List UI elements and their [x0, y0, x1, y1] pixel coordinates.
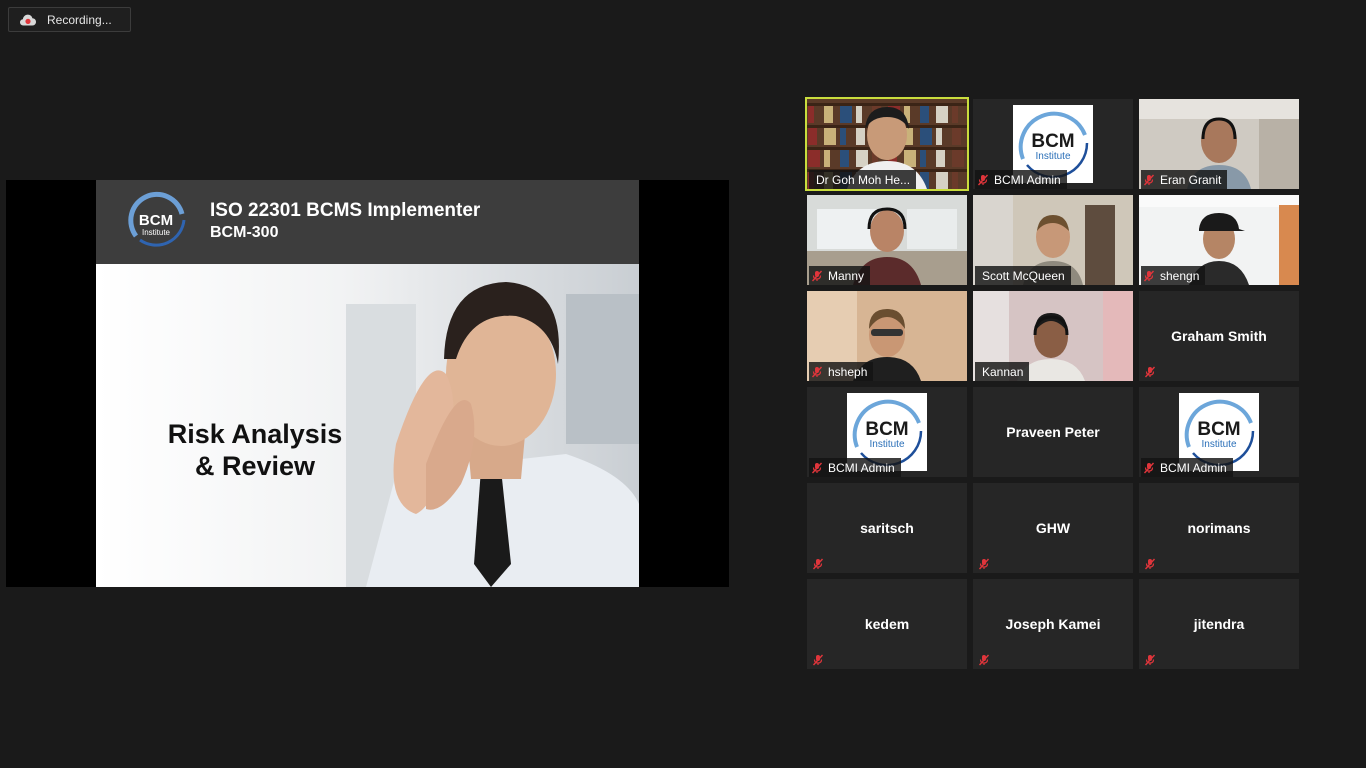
participant-name: Eran Granit [1160, 172, 1222, 187]
bcm-institute-logo: BCM Institute [128, 191, 186, 247]
slide-heading: Risk Analysis & Review [167, 419, 343, 481]
presentation-slide: BCM Institute ISO 22301 BCMS Implementer… [96, 180, 639, 587]
svg-text:BCM: BCM [865, 419, 908, 440]
participant-tile[interactable]: norimans [1139, 483, 1299, 573]
participant-tile[interactable]: kedem [807, 579, 967, 669]
participant-display-name: saritsch [860, 520, 914, 536]
participant-tile[interactable]: Dr Goh Moh He... [805, 97, 969, 191]
participant-tile[interactable]: shengn [1139, 195, 1299, 285]
participant-name-tag: shengn [1141, 266, 1206, 285]
recording-label: Recording... [47, 12, 112, 27]
slide-header: BCM Institute ISO 22301 BCMS Implementer… [96, 180, 639, 264]
svg-text:BCM: BCM [1031, 131, 1074, 152]
participant-tile[interactable]: Graham Smith [1139, 291, 1299, 381]
participant-display-name: kedem [864, 616, 910, 632]
mic-muted-icon [809, 362, 825, 381]
participant-tile[interactable]: GHW [973, 483, 1133, 573]
participant-display-name: norimans [1187, 520, 1251, 536]
participant-display-name: Graham Smith [1171, 328, 1267, 344]
mic-muted-icon [1141, 554, 1159, 573]
participant-display-name: GHW [1035, 520, 1071, 536]
mic-muted-icon [1141, 362, 1159, 381]
participant-name-tag: BCMI Admin [975, 170, 1067, 189]
participant-name: Kannan [982, 364, 1024, 379]
slide-title: ISO 22301 BCMS Implementer [210, 200, 481, 221]
mic-muted-icon [809, 650, 827, 669]
mic-muted-icon [809, 458, 825, 477]
svg-text:Institute: Institute [1035, 151, 1070, 162]
participant-tile[interactable]: BCM Institute BCMI Admin [807, 387, 967, 477]
mic-muted-icon [809, 266, 825, 285]
mic-muted-icon [1141, 458, 1157, 477]
cloud-record-icon [9, 7, 47, 32]
svg-text:Institute: Institute [1201, 439, 1236, 450]
participant-tile[interactable]: Scott McQueen [973, 195, 1133, 285]
participant-display-name: Joseph Kamei [1005, 616, 1101, 632]
participant-tile[interactable]: BCM Institute BCMI Admin [1139, 387, 1299, 477]
participant-tile[interactable]: Kannan [973, 291, 1133, 381]
shared-screen[interactable]: BCM Institute ISO 22301 BCMS Implementer… [6, 180, 729, 587]
recording-indicator[interactable]: Recording... [8, 7, 131, 32]
participant-tile[interactable]: Manny [807, 195, 967, 285]
participant-name: shengn [1160, 268, 1200, 283]
participant-name-tag: Dr Goh Moh He... [809, 170, 917, 189]
participant-name-tag: Kannan [975, 362, 1030, 381]
svg-text:BCM: BCM [139, 212, 173, 229]
mic-muted-icon [975, 650, 993, 669]
participant-display-name: Praveen Peter [1006, 424, 1100, 440]
mic-muted-icon [1141, 266, 1157, 285]
participant-tile[interactable]: Joseph Kamei [973, 579, 1133, 669]
participant-tile[interactable]: Eran Granit [1139, 99, 1299, 189]
mic-muted-icon [975, 170, 991, 189]
participant-tile[interactable]: BCM Institute BCMI Admin [973, 99, 1133, 189]
participant-display-name: jitendra [1193, 616, 1245, 632]
svg-text:BCM: BCM [1197, 419, 1240, 440]
participant-name-tag: Scott McQueen [975, 266, 1071, 285]
mic-muted-icon [1141, 170, 1157, 189]
participant-name: Manny [828, 268, 865, 283]
participant-name: BCMI Admin [994, 172, 1061, 187]
participant-name-tag: BCMI Admin [809, 458, 901, 477]
participant-tile[interactable]: saritsch [807, 483, 967, 573]
svg-text:Institute: Institute [142, 228, 171, 237]
participant-name: Dr Goh Moh He... [816, 172, 911, 187]
participant-name: BCMI Admin [1160, 460, 1227, 475]
mic-muted-icon [1141, 650, 1159, 669]
participant-name-tag: hsheph [809, 362, 874, 381]
participant-name: hsheph [828, 364, 868, 379]
participant-name-tag: Manny [809, 266, 871, 285]
participant-tile[interactable]: Praveen Peter [973, 387, 1133, 477]
participant-name-tag: BCMI Admin [1141, 458, 1233, 477]
participant-tile[interactable]: hsheph [807, 291, 967, 381]
mic-muted-icon [809, 554, 827, 573]
participant-name: Scott McQueen [982, 268, 1065, 283]
svg-text:Institute: Institute [869, 439, 904, 450]
mic-muted-icon [975, 554, 993, 573]
slide-course-code: BCM-300 [210, 224, 279, 241]
participant-name: BCMI Admin [828, 460, 895, 475]
participant-tile[interactable]: jitendra [1139, 579, 1299, 669]
participant-name-tag: Eran Granit [1141, 170, 1228, 189]
